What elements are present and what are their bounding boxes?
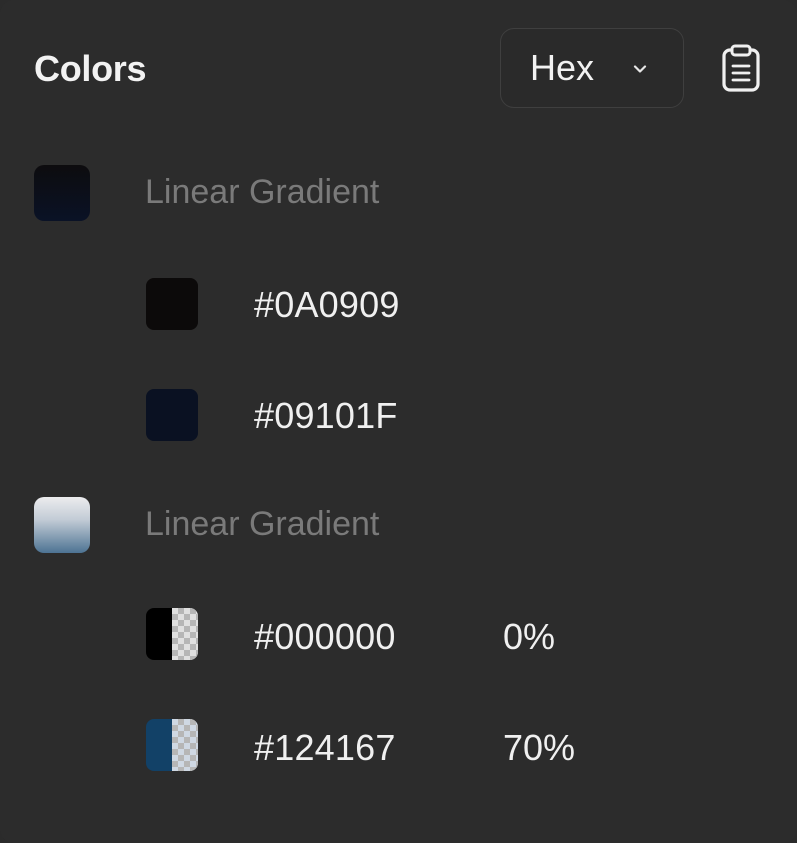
color-stop-percent[interactable]: 0%: [503, 616, 555, 658]
color-stop-swatch[interactable]: [146, 389, 198, 441]
gradient-preview-swatch[interactable]: [34, 165, 90, 221]
color-stop-hex[interactable]: #09101F: [254, 395, 398, 437]
color-stop-swatch[interactable]: [146, 608, 198, 660]
color-stop-hex[interactable]: #124167: [254, 727, 396, 769]
colors-panel: Colors Hex Linear Gradient #0A0909 #0910…: [0, 0, 797, 843]
color-stop-swatch[interactable]: [146, 278, 198, 330]
color-format-value: Hex: [530, 47, 595, 88]
panel-title: Colors: [34, 48, 147, 89]
clipboard-icon[interactable]: [718, 44, 764, 94]
gradient-type-label: Linear Gradient: [145, 173, 380, 211]
color-stop-swatch[interactable]: [146, 719, 198, 771]
chevron-down-icon: [633, 65, 647, 73]
color-format-select[interactable]: Hex: [500, 28, 684, 108]
color-stop-hex[interactable]: #0A0909: [254, 284, 400, 326]
color-stop-percent[interactable]: 70%: [503, 727, 575, 769]
color-stop-hex[interactable]: #000000: [254, 616, 396, 658]
gradient-type-label: Linear Gradient: [145, 505, 380, 543]
gradient-preview-swatch[interactable]: [34, 497, 90, 553]
